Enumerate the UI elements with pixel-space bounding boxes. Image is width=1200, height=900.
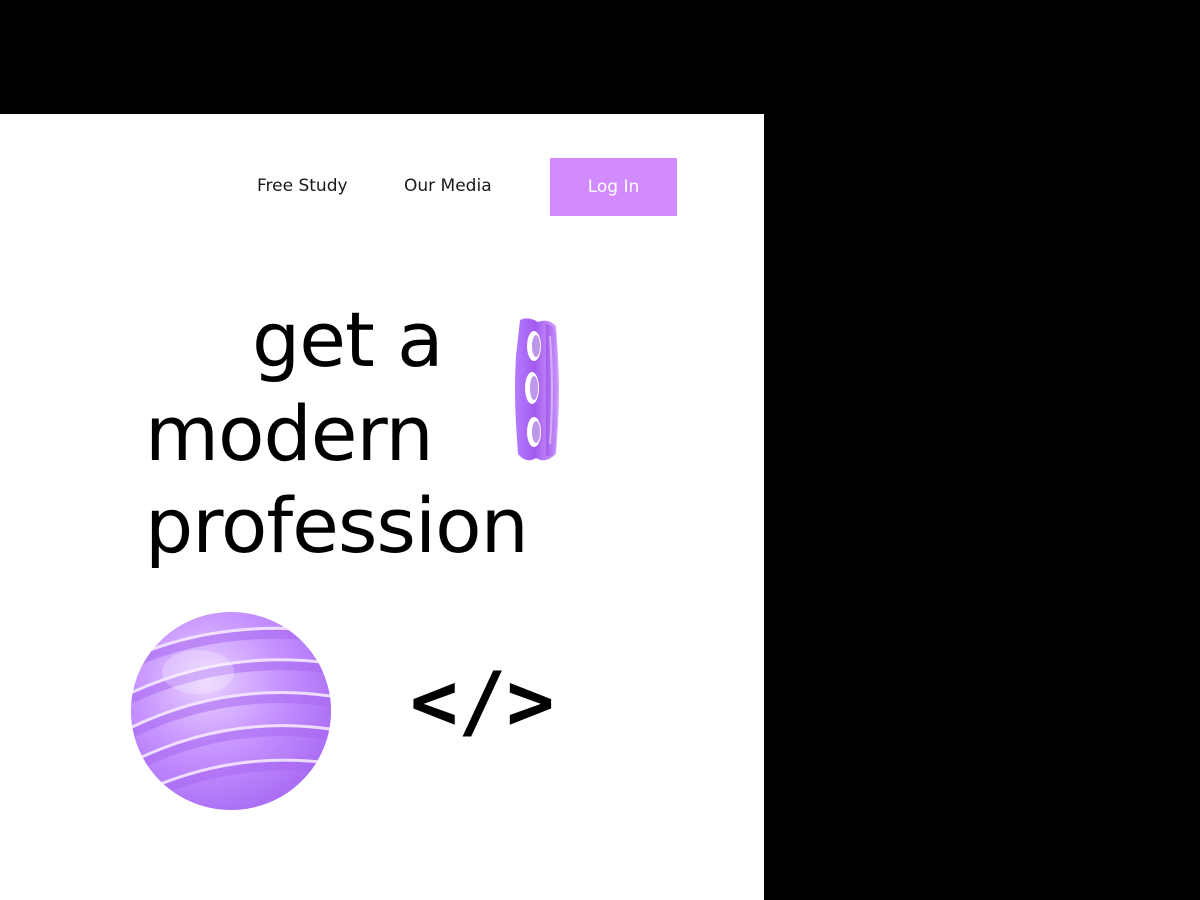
hero-headline-line-2: modern [145,389,434,478]
code-brackets-icon: </> [410,655,555,748]
purple-3d-sphere-icon [131,612,331,810]
login-button[interactable]: Log In [550,158,677,216]
nav-our-media-link[interactable]: Our Media [404,176,492,196]
hero-headline-line-3: profession [145,481,529,570]
nav-free-study-link[interactable]: Free Study [257,176,348,196]
purple-3d-ring-icon [515,318,559,461]
landing-page: Free Study Our Media Log In get a modern… [0,114,764,900]
hero-headline-line-1: get a [252,295,444,384]
